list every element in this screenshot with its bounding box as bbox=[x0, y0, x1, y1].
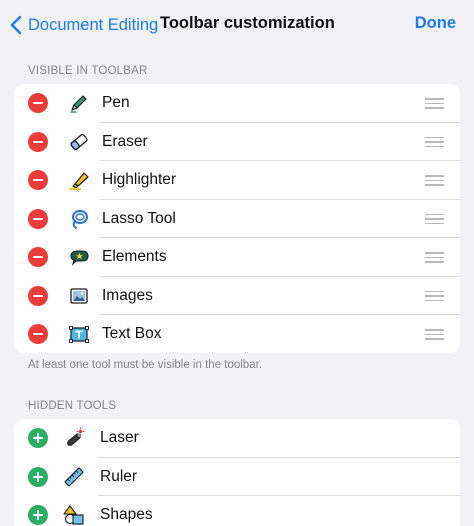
add-button[interactable] bbox=[28, 466, 48, 487]
images-icon bbox=[68, 285, 90, 307]
back-button-label: Document Editing bbox=[28, 15, 159, 34]
drag-handle-icon[interactable] bbox=[425, 175, 444, 186]
pen-icon bbox=[68, 92, 90, 114]
list-item: Shapes bbox=[14, 496, 460, 526]
tool-label: Shapes bbox=[100, 506, 153, 523]
visible-section-footnote: At least one tool must be visible in the… bbox=[28, 359, 262, 371]
add-button[interactable] bbox=[28, 428, 48, 448]
tool-label: Ruler bbox=[100, 467, 138, 485]
list-item: Highlighter bbox=[14, 161, 460, 200]
add-button[interactable] bbox=[28, 505, 48, 525]
visible-section-header: VISIBLE IN TOOLBAR bbox=[28, 65, 148, 77]
list-item: Laser bbox=[14, 419, 460, 458]
list-item: Elements bbox=[14, 238, 460, 277]
tool-label: Elements bbox=[102, 248, 167, 265]
ruler-icon bbox=[63, 466, 85, 488]
toolbar-customization-screen: Document Editing Toolbar customization D… bbox=[0, 0, 474, 526]
lasso-icon bbox=[68, 208, 90, 230]
list-item: Text Box bbox=[14, 315, 460, 353]
hidden-section-header: HIDDEN TOOLS bbox=[28, 400, 117, 412]
remove-button[interactable] bbox=[28, 93, 48, 113]
tool-label: Laser bbox=[100, 429, 139, 446]
remove-button[interactable] bbox=[28, 208, 48, 229]
visible-tools-list: Pen Eraser Highlighter Lasso Tool Elemen… bbox=[14, 84, 460, 353]
drag-handle-icon[interactable] bbox=[425, 136, 444, 148]
remove-button[interactable] bbox=[28, 285, 48, 306]
eraser-icon bbox=[68, 131, 90, 153]
list-item: Images bbox=[14, 277, 460, 315]
back-button[interactable]: Document Editing bbox=[10, 13, 158, 37]
remove-button[interactable] bbox=[28, 247, 48, 267]
tool-label: Eraser bbox=[102, 132, 148, 150]
elements-icon bbox=[68, 246, 90, 268]
list-item: Pen bbox=[14, 84, 460, 123]
remove-button[interactable] bbox=[28, 170, 48, 190]
tool-label: Pen bbox=[102, 94, 130, 111]
highlighter-icon bbox=[68, 169, 90, 191]
laser-icon bbox=[63, 427, 85, 449]
tool-label: Images bbox=[102, 286, 153, 304]
nav-bar: Document Editing Toolbar customization D… bbox=[0, 0, 474, 50]
done-button[interactable]: Done bbox=[415, 14, 456, 33]
hidden-tools-list: Laser Ruler Shapes bbox=[14, 419, 460, 526]
tool-label: Text Box bbox=[102, 325, 162, 342]
list-item: Ruler bbox=[14, 458, 460, 496]
drag-handle-icon[interactable] bbox=[425, 213, 444, 225]
drag-handle-icon[interactable] bbox=[425, 290, 444, 302]
list-item: Lasso Tool bbox=[14, 200, 460, 238]
text-box-icon bbox=[68, 323, 90, 345]
drag-handle-icon[interactable] bbox=[425, 252, 444, 263]
shapes-icon bbox=[63, 504, 85, 526]
remove-button[interactable] bbox=[28, 131, 48, 152]
tool-label: Highlighter bbox=[102, 171, 177, 188]
drag-handle-icon[interactable] bbox=[425, 98, 444, 109]
tool-label: Lasso Tool bbox=[102, 209, 176, 227]
drag-handle-icon[interactable] bbox=[425, 329, 444, 340]
remove-button[interactable] bbox=[28, 324, 48, 344]
chevron-left-icon bbox=[10, 15, 22, 35]
list-item: Eraser bbox=[14, 123, 460, 161]
page-title: Toolbar customization bbox=[160, 14, 335, 32]
